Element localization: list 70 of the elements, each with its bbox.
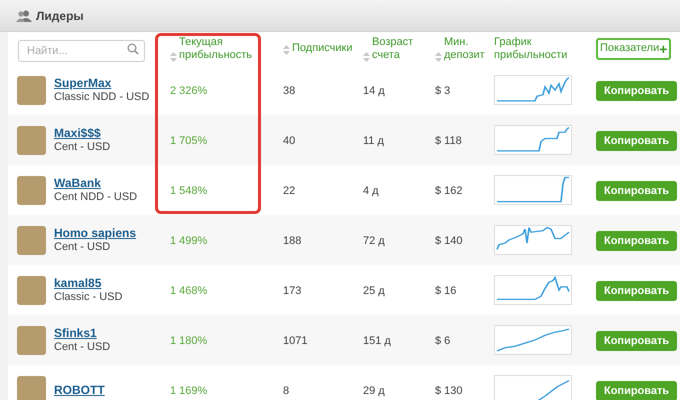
min-deposit: $ 118 (435, 135, 462, 147)
profit-value: 1 180% (170, 335, 208, 347)
profit-value: 1 468% (170, 285, 208, 297)
profit-value: 1 169% (170, 385, 208, 397)
min-deposit: $ 3 (435, 85, 450, 97)
column-header[interactable]: Мин. депозит (444, 36, 486, 62)
profit-value: 1 499% (170, 235, 208, 247)
subscribers-value: 38 (283, 85, 296, 97)
min-deposit: $ 16 (435, 285, 456, 297)
account-type: Cent - USD (54, 140, 110, 154)
account-type: Classic NDD - USD (54, 90, 150, 104)
trader-name-link[interactable]: kamal85 (54, 276, 122, 290)
account-type: Cent - USD (54, 340, 110, 354)
subscribers-value: 1071 (283, 335, 308, 347)
avatar-photo-placeholder (17, 176, 46, 204)
column-header[interactable]: Возраст счета (372, 36, 428, 62)
copy-button[interactable]: Копировать (596, 81, 678, 102)
profit-value: 1 705% (170, 135, 208, 147)
column-header[interactable]: Текущая прибыльность (179, 36, 273, 62)
account-type: Cent - USD (54, 240, 112, 254)
account-age: 151 д (363, 335, 391, 347)
indicators-button[interactable]: Показатели+ (596, 38, 672, 60)
subscribers-value: 8 (283, 385, 290, 397)
sort-icon[interactable] (283, 45, 290, 55)
copy-button[interactable]: Копировать (596, 181, 678, 202)
search-field[interactable]: Найти... (18, 40, 145, 62)
trader-name-link[interactable]: WaBank (54, 176, 138, 190)
min-deposit: $ 6 (435, 335, 450, 347)
avatar-photo-placeholder (17, 76, 46, 104)
account-age: 14 д (363, 85, 385, 97)
copy-button[interactable]: Копировать (596, 381, 678, 400)
account-age: 72 д (363, 235, 385, 247)
trader-name-link[interactable]: Sfinks1 (54, 326, 110, 340)
copy-button[interactable]: Копировать (596, 331, 678, 352)
search-icon (127, 42, 139, 54)
min-deposit: $ 162 (435, 185, 463, 197)
account-age: 11 д (363, 135, 384, 147)
avatar-photo-placeholder (17, 376, 46, 400)
min-deposit: $ 130 (435, 385, 463, 397)
sort-icon[interactable] (435, 52, 442, 62)
subscribers-value: 188 (283, 235, 302, 247)
column-header[interactable]: Подписчики (292, 42, 353, 55)
profit-value: 2 326% (170, 85, 208, 97)
account-type: Classic - USD (54, 290, 122, 304)
avatar-photo-placeholder (17, 326, 46, 354)
plus-icon: + (659, 42, 668, 56)
sort-icon[interactable] (363, 52, 370, 62)
trader-name-link[interactable]: Maxi$$$ (54, 126, 110, 140)
panel-title: Лидеры (36, 8, 84, 24)
account-age: 4 д (363, 185, 379, 197)
subscribers-value: 40 (283, 135, 296, 147)
subscribers-value: 173 (283, 285, 302, 297)
profit-value: 1 548% (170, 185, 208, 197)
subscribers-value: 22 (283, 185, 296, 197)
avatar-photo-placeholder (17, 126, 46, 154)
min-deposit: $ 140 (435, 235, 463, 247)
account-type: Cent NDD - USD (54, 190, 138, 204)
column-header: График прибыльности (494, 36, 568, 62)
copy-button[interactable]: Копировать (596, 231, 678, 252)
trader-name-link[interactable]: SuperMax (54, 76, 150, 90)
avatar-photo-placeholder (17, 276, 46, 304)
avatar-photo-placeholder (17, 226, 46, 254)
copy-button[interactable]: Копировать (596, 131, 678, 152)
sort-icon[interactable] (170, 52, 177, 62)
trader-name-link[interactable]: Homo sapiens (54, 226, 136, 240)
account-age: 25 д (363, 285, 385, 297)
account-age: 29 д (363, 385, 385, 397)
copy-button[interactable]: Копировать (596, 281, 678, 302)
trader-name-link[interactable]: ROBOTT (54, 383, 105, 397)
users-icon (16, 10, 32, 22)
